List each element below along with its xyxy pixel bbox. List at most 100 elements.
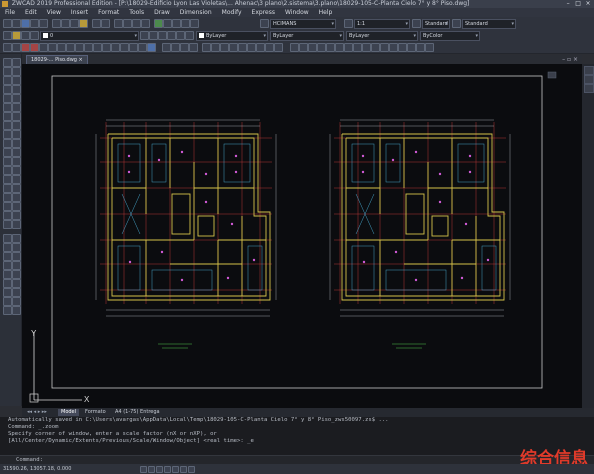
fillet-icon[interactable] — [12, 184, 21, 193]
snap-tracking-icon[interactable] — [3, 43, 12, 52]
ellipse-arc-icon[interactable] — [3, 148, 12, 157]
center-mark-icon[interactable] — [398, 43, 407, 52]
menu-edit[interactable]: Edit — [20, 8, 42, 17]
dim-arc-icon[interactable] — [308, 43, 317, 52]
snap-extension-icon[interactable] — [57, 43, 66, 52]
dim-ordinate-icon[interactable] — [317, 43, 326, 52]
sketch-icon[interactable] — [3, 270, 12, 279]
mtext-icon[interactable] — [274, 43, 283, 52]
helix-icon[interactable] — [3, 279, 12, 288]
line-icon[interactable] — [3, 58, 12, 67]
offset-icon[interactable] — [12, 85, 21, 94]
dim-continue-icon[interactable] — [371, 43, 380, 52]
extend-icon[interactable] — [12, 148, 21, 157]
xref-icon[interactable] — [220, 43, 229, 52]
maximize-button[interactable]: □ — [574, 0, 582, 8]
layer-state-icon[interactable] — [158, 31, 167, 40]
mirror-icon[interactable] — [12, 76, 21, 85]
zoom-window-icon[interactable] — [132, 19, 141, 28]
copy-nested-icon[interactable] — [12, 297, 21, 306]
region-side-icon[interactable] — [3, 202, 12, 211]
preview-icon[interactable] — [39, 19, 48, 28]
measure-icon[interactable] — [12, 252, 21, 261]
point-icon[interactable] — [3, 175, 12, 184]
arc-3p-icon[interactable] — [3, 288, 12, 297]
snap-from-icon[interactable] — [12, 43, 21, 52]
tab-scroll-icon[interactable]: ◂◂ ◂ ▸ ▸▸ — [24, 409, 50, 416]
new-icon[interactable] — [3, 19, 12, 28]
zoom-nav-icon[interactable] — [584, 75, 594, 84]
snap-center-icon[interactable] — [66, 43, 75, 52]
pan-nav-icon[interactable] — [584, 66, 594, 75]
image-icon[interactable] — [229, 43, 238, 52]
chamfer-icon[interactable] — [12, 175, 21, 184]
erase-icon[interactable] — [12, 58, 21, 67]
draworder-icon[interactable] — [12, 234, 21, 243]
distance-icon[interactable] — [162, 43, 171, 52]
reverse-icon[interactable] — [12, 279, 21, 288]
overkill-icon[interactable] — [12, 261, 21, 270]
snap-none-icon[interactable] — [138, 43, 147, 52]
dim-style-dropdown[interactable]: Standard ▾ — [422, 19, 450, 29]
snap-parallel-icon[interactable] — [102, 43, 111, 52]
undo-icon[interactable] — [92, 19, 101, 28]
pan-icon[interactable] — [114, 19, 123, 28]
ray-icon[interactable] — [3, 261, 12, 270]
snap-intersection-icon[interactable] — [39, 43, 48, 52]
pedit-icon[interactable] — [12, 220, 21, 229]
cut-icon[interactable] — [52, 19, 61, 28]
array-icon[interactable] — [12, 94, 21, 103]
menu-modify[interactable]: Modify — [217, 8, 247, 17]
snap-insert-icon[interactable] — [111, 43, 120, 52]
insert-block-side-icon[interactable] — [3, 157, 12, 166]
menu-draw[interactable]: Draw — [149, 8, 175, 17]
layer-isolate-icon[interactable] — [167, 31, 176, 40]
snap-endpoint-icon[interactable] — [21, 43, 30, 52]
sun-icon[interactable] — [21, 31, 30, 40]
dim-text-edit-icon[interactable] — [416, 43, 425, 52]
tolerance-icon[interactable] — [389, 43, 398, 52]
save-icon[interactable] — [21, 19, 30, 28]
circle-2p-icon[interactable] — [3, 297, 12, 306]
circle-icon[interactable] — [3, 112, 12, 121]
snap-node-icon[interactable] — [120, 43, 129, 52]
menu-window[interactable]: Window — [280, 8, 314, 17]
otrack-toggle-icon[interactable] — [180, 466, 187, 473]
menu-dimension[interactable]: Dimension — [175, 8, 217, 17]
ellipse-icon[interactable] — [3, 139, 12, 148]
region-icon[interactable] — [256, 43, 265, 52]
light-bulb-icon[interactable] — [12, 31, 21, 40]
make-block-icon[interactable] — [3, 166, 12, 175]
stretch-icon[interactable] — [12, 130, 21, 139]
redo-icon[interactable] — [101, 19, 110, 28]
menu-view[interactable]: View — [42, 8, 66, 17]
minimize-button[interactable]: – — [564, 0, 572, 8]
flatten-icon[interactable] — [12, 270, 21, 279]
match-properties-icon[interactable] — [79, 19, 88, 28]
move-icon[interactable] — [12, 103, 21, 112]
copy-icon[interactable] — [61, 19, 70, 28]
osnap-toggle-icon[interactable] — [172, 466, 179, 473]
design-center-icon[interactable] — [163, 19, 172, 28]
multiline-text-icon[interactable] — [3, 220, 12, 229]
dim-edit-icon[interactable] — [407, 43, 416, 52]
layer-dropdown[interactable]: 0 ▾ — [40, 31, 139, 41]
print-icon[interactable] — [30, 19, 39, 28]
annotation-scale-dropdown[interactable]: 1:1 ▾ — [354, 19, 410, 29]
help-icon[interactable] — [190, 19, 199, 28]
divide-icon[interactable] — [12, 243, 21, 252]
scale-icon[interactable] — [12, 121, 21, 130]
snap-perpendicular-icon[interactable] — [93, 43, 102, 52]
calculator-icon[interactable] — [181, 19, 190, 28]
lengthen-icon[interactable] — [12, 202, 21, 211]
boundary-icon[interactable] — [3, 243, 12, 252]
dim-update-icon[interactable] — [425, 43, 434, 52]
tab-formato[interactable]: Formato — [82, 409, 109, 416]
tool-palettes-icon[interactable] — [172, 19, 181, 28]
express-tools-icon[interactable] — [12, 306, 21, 315]
drawing-canvas[interactable]: Y X — [22, 64, 582, 408]
make-current-layer-icon[interactable] — [140, 31, 149, 40]
osnap-settings-icon[interactable] — [147, 43, 156, 52]
menu-help[interactable]: Help — [314, 8, 338, 17]
hatch-side-icon[interactable] — [3, 184, 12, 193]
